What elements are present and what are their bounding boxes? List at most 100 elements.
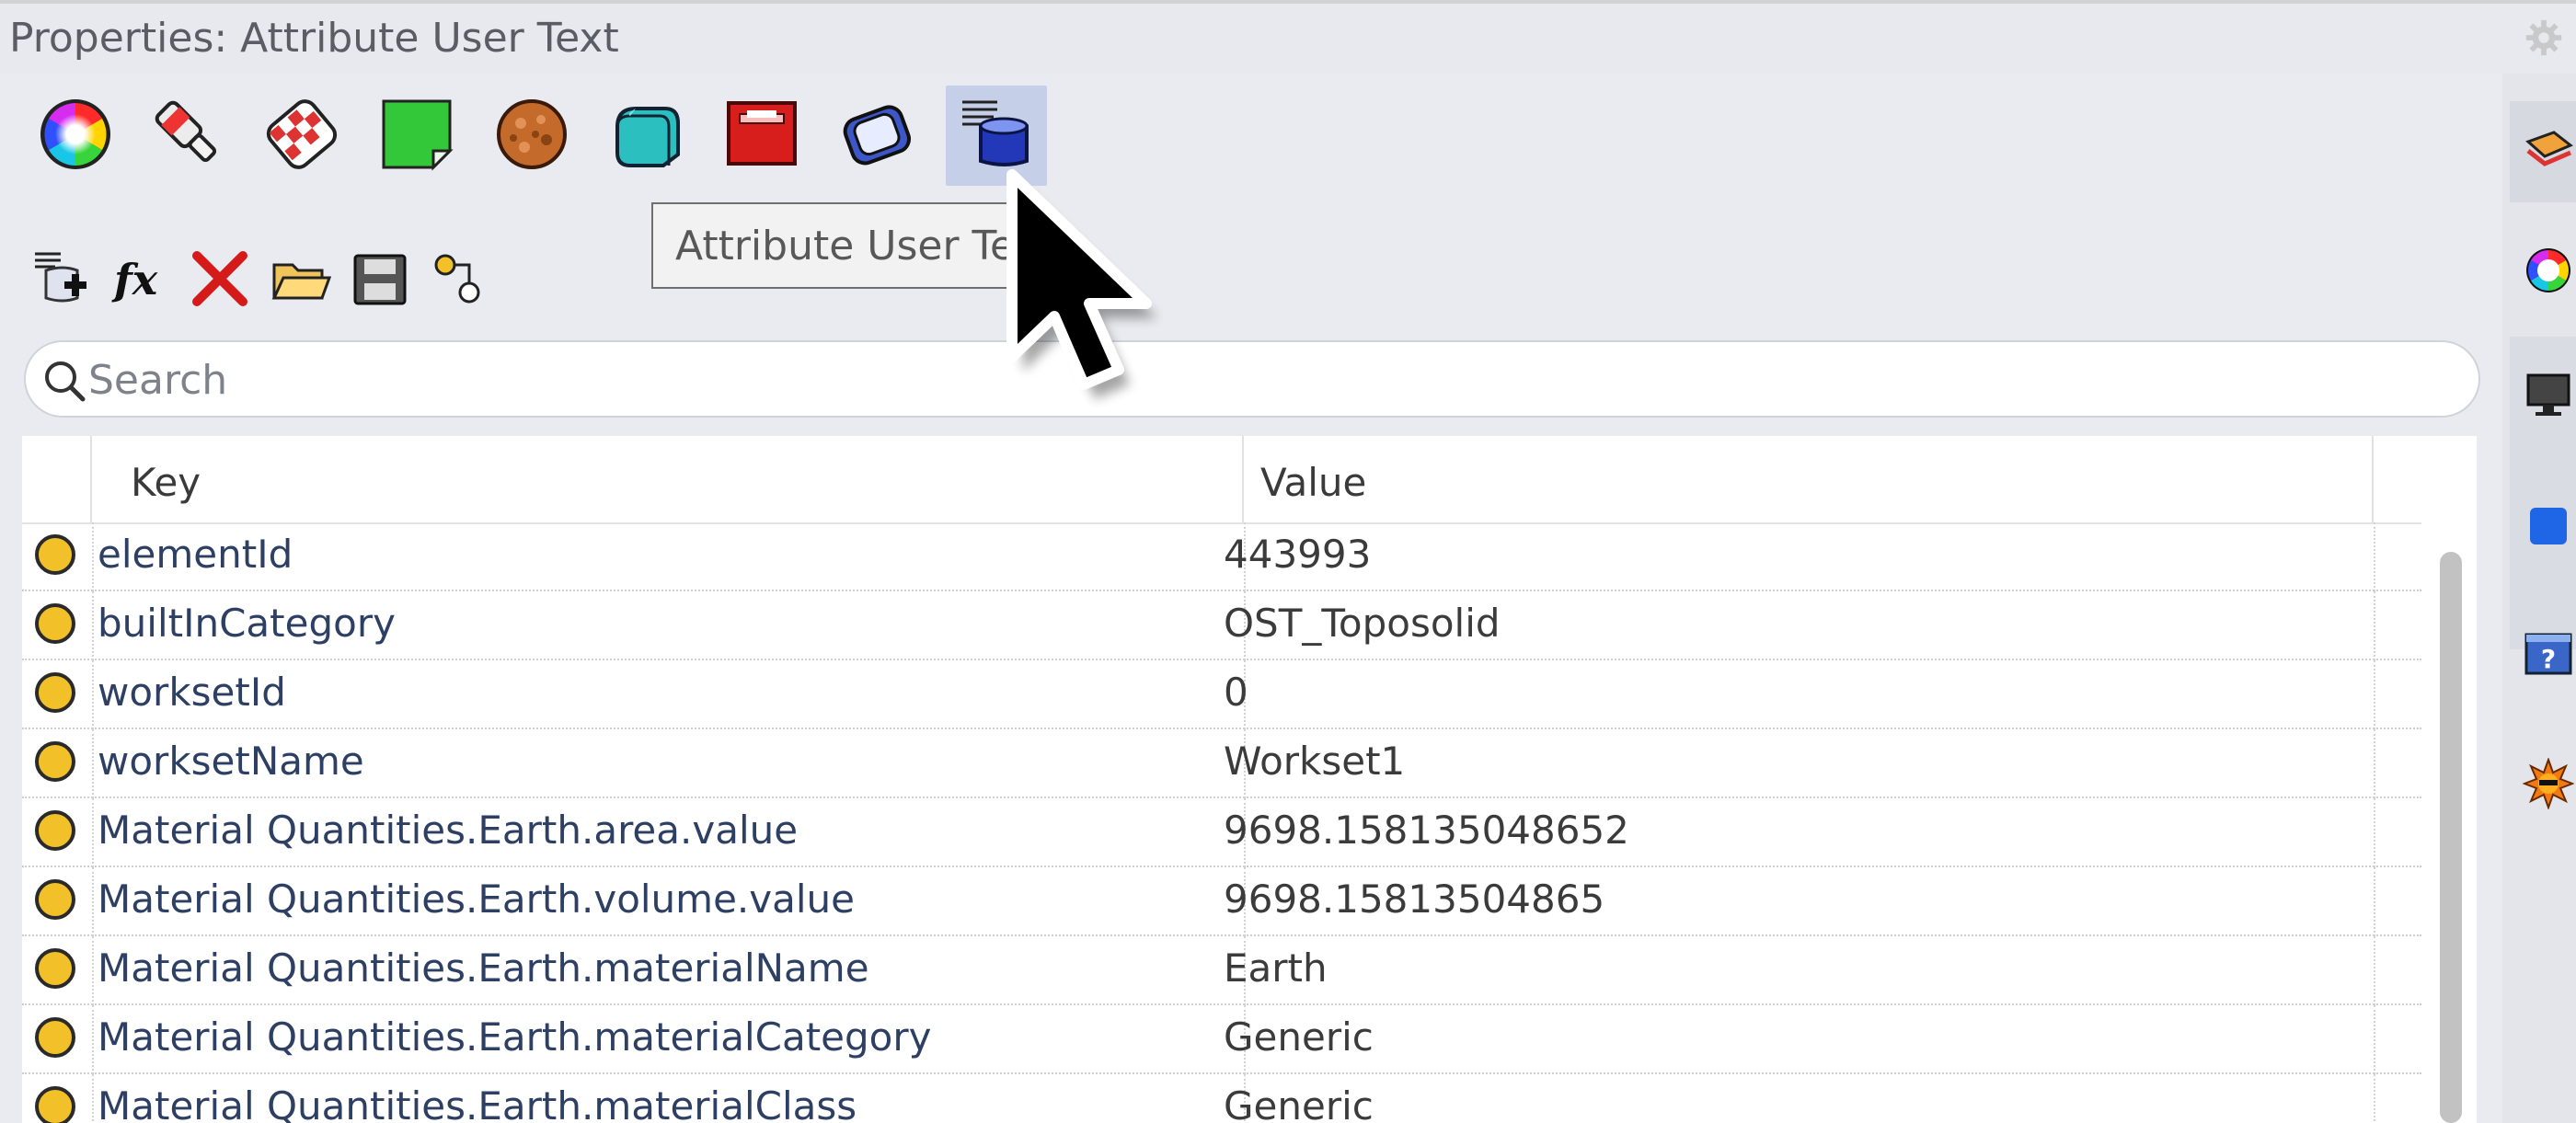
row-key[interactable]: worksetName xyxy=(98,739,364,784)
table-row[interactable]: Material Quantities.Earth.materialCatego… xyxy=(22,1005,2421,1074)
attribute-user-text-icon xyxy=(962,100,1029,166)
table-row[interactable]: worksetId 0 xyxy=(22,660,2421,729)
displacement-icon xyxy=(497,99,567,169)
table-row[interactable]: Material Quantities.Earth.materialClass G… xyxy=(22,1074,2421,1123)
row-value[interactable]: 9698.158135048652 xyxy=(1224,808,1629,853)
blue-square-icon xyxy=(2530,508,2567,544)
tab-material[interactable] xyxy=(143,88,235,184)
tooltip: Attribute User Tex xyxy=(651,202,1038,289)
row-value-cell xyxy=(1244,1005,2375,1074)
sun-icon xyxy=(2523,758,2574,809)
help-icon: ? xyxy=(2524,633,2572,675)
color-wheel-icon xyxy=(40,99,110,169)
row-value[interactable]: Workset1 xyxy=(1224,739,1405,784)
header-value[interactable]: Value xyxy=(1244,436,2374,522)
row-value[interactable]: 0 xyxy=(1224,670,1248,715)
tooltip-text: Attribute User Tex xyxy=(675,223,1039,269)
row-key[interactable]: Material Quantities.Earth.materialCatego… xyxy=(98,1014,932,1060)
side-tab-layers[interactable] xyxy=(2510,101,2576,202)
panel-title: Properties: Attribute User Text xyxy=(9,15,619,62)
svg-text:fx: fx xyxy=(111,255,158,304)
svg-text:?: ? xyxy=(2541,644,2556,674)
scrollbar-thumb[interactable] xyxy=(2440,552,2462,1123)
tab-shut-lining[interactable] xyxy=(831,88,923,184)
save-icon xyxy=(353,254,407,305)
row-value[interactable]: 9698.15813504865 xyxy=(1224,877,1604,922)
link-key-icon xyxy=(434,254,480,304)
row-status-dot xyxy=(35,879,75,920)
table-row[interactable]: Material Quantities.Earth.volume.value 96… xyxy=(22,867,2421,936)
tab-curve-piping[interactable] xyxy=(716,88,808,184)
row-value[interactable]: 443993 xyxy=(1224,532,1371,577)
tab-object[interactable] xyxy=(29,88,121,184)
attribute-table: Key Value elementId 443993 builtInCategory… xyxy=(22,436,2421,1123)
curve-piping-icon xyxy=(727,101,797,166)
tab-texture-mapping[interactable] xyxy=(256,88,348,184)
table-row[interactable]: Material Quantities.Earth.area.value 9698… xyxy=(22,798,2421,867)
add-key-icon xyxy=(35,252,86,303)
function-icon: fx xyxy=(111,255,158,304)
table-row[interactable]: elementId 443993 xyxy=(22,522,2421,591)
delete-button[interactable] xyxy=(188,246,252,311)
table-row[interactable]: worksetName Workset1 xyxy=(22,729,2421,798)
tab-edge-softening[interactable] xyxy=(601,88,693,184)
open-folder-icon xyxy=(271,263,332,300)
side-tab-sun[interactable] xyxy=(2510,754,2576,815)
header-key[interactable]: Key xyxy=(92,436,1244,522)
row-value[interactable]: Earth xyxy=(1224,945,1328,991)
row-value[interactable]: Generic xyxy=(1224,1014,1374,1060)
tab-decal[interactable] xyxy=(371,88,463,184)
table-row[interactable]: builtInCategory OST_Toposolid xyxy=(22,591,2421,660)
row-key[interactable]: Material Quantities.Earth.materialClass xyxy=(98,1083,857,1123)
row-status-dot xyxy=(35,672,75,713)
side-tab-blue[interactable] xyxy=(2510,497,2576,557)
link-key-button[interactable] xyxy=(427,246,491,311)
row-key[interactable]: worksetId xyxy=(98,670,286,715)
color-wheel-icon xyxy=(2526,248,2570,292)
search-box[interactable] xyxy=(24,340,2480,418)
row-status-dot xyxy=(35,741,75,782)
edge-softening-icon xyxy=(615,107,680,167)
row-value-cell xyxy=(1244,660,2375,729)
row-key[interactable]: builtInCategory xyxy=(98,601,396,646)
row-status-dot xyxy=(35,810,75,851)
row-key[interactable]: Material Quantities.Earth.materialName xyxy=(98,945,869,991)
row-value-cell xyxy=(1244,1074,2375,1123)
row-status-dot xyxy=(35,948,75,989)
add-key-button[interactable] xyxy=(29,246,94,311)
row-value-cell xyxy=(1244,729,2375,798)
function-button[interactable]: fx xyxy=(110,246,175,311)
side-tab-color[interactable] xyxy=(2510,241,2576,302)
gear-icon[interactable] xyxy=(2523,17,2565,59)
texture-mapping-icon xyxy=(266,99,338,169)
decal-icon xyxy=(382,99,454,171)
material-paint-icon xyxy=(155,100,217,163)
header-value-label: Value xyxy=(1260,460,1367,505)
row-value[interactable]: Generic xyxy=(1224,1083,1374,1123)
row-key[interactable]: Material Quantities.Earth.volume.value xyxy=(98,877,855,922)
header-indicator-cell xyxy=(22,436,92,522)
title-bar: Properties: Attribute User Text xyxy=(0,4,2576,74)
tab-displacement[interactable] xyxy=(486,88,578,184)
table-row[interactable]: Material Quantities.Earth.materialName Ea… xyxy=(22,936,2421,1005)
side-tab-help[interactable]: ? xyxy=(2510,625,2576,686)
save-button[interactable] xyxy=(348,246,412,311)
row-key[interactable]: Material Quantities.Earth.area.value xyxy=(98,808,798,853)
shut-lining-icon xyxy=(843,105,912,166)
row-key[interactable]: elementId xyxy=(98,532,293,577)
table-body: elementId 443993 builtInCategory OST_Toposo… xyxy=(22,522,2421,1123)
row-status-dot xyxy=(35,603,75,644)
row-value[interactable]: OST_Toposolid xyxy=(1224,601,1501,646)
header-key-label: Key xyxy=(131,460,201,505)
delete-icon xyxy=(192,251,247,306)
row-status-dot xyxy=(35,1086,75,1123)
row-value-cell xyxy=(1244,936,2375,1005)
row-status-dot xyxy=(35,534,75,575)
open-button[interactable] xyxy=(269,246,333,311)
row-value-cell xyxy=(1244,522,2375,591)
search-input[interactable] xyxy=(86,351,2445,408)
side-tab-display[interactable] xyxy=(2510,364,2576,425)
table-header: Key Value xyxy=(22,436,2421,524)
mouse-cursor xyxy=(1006,169,1157,399)
display-icon xyxy=(2526,373,2570,416)
